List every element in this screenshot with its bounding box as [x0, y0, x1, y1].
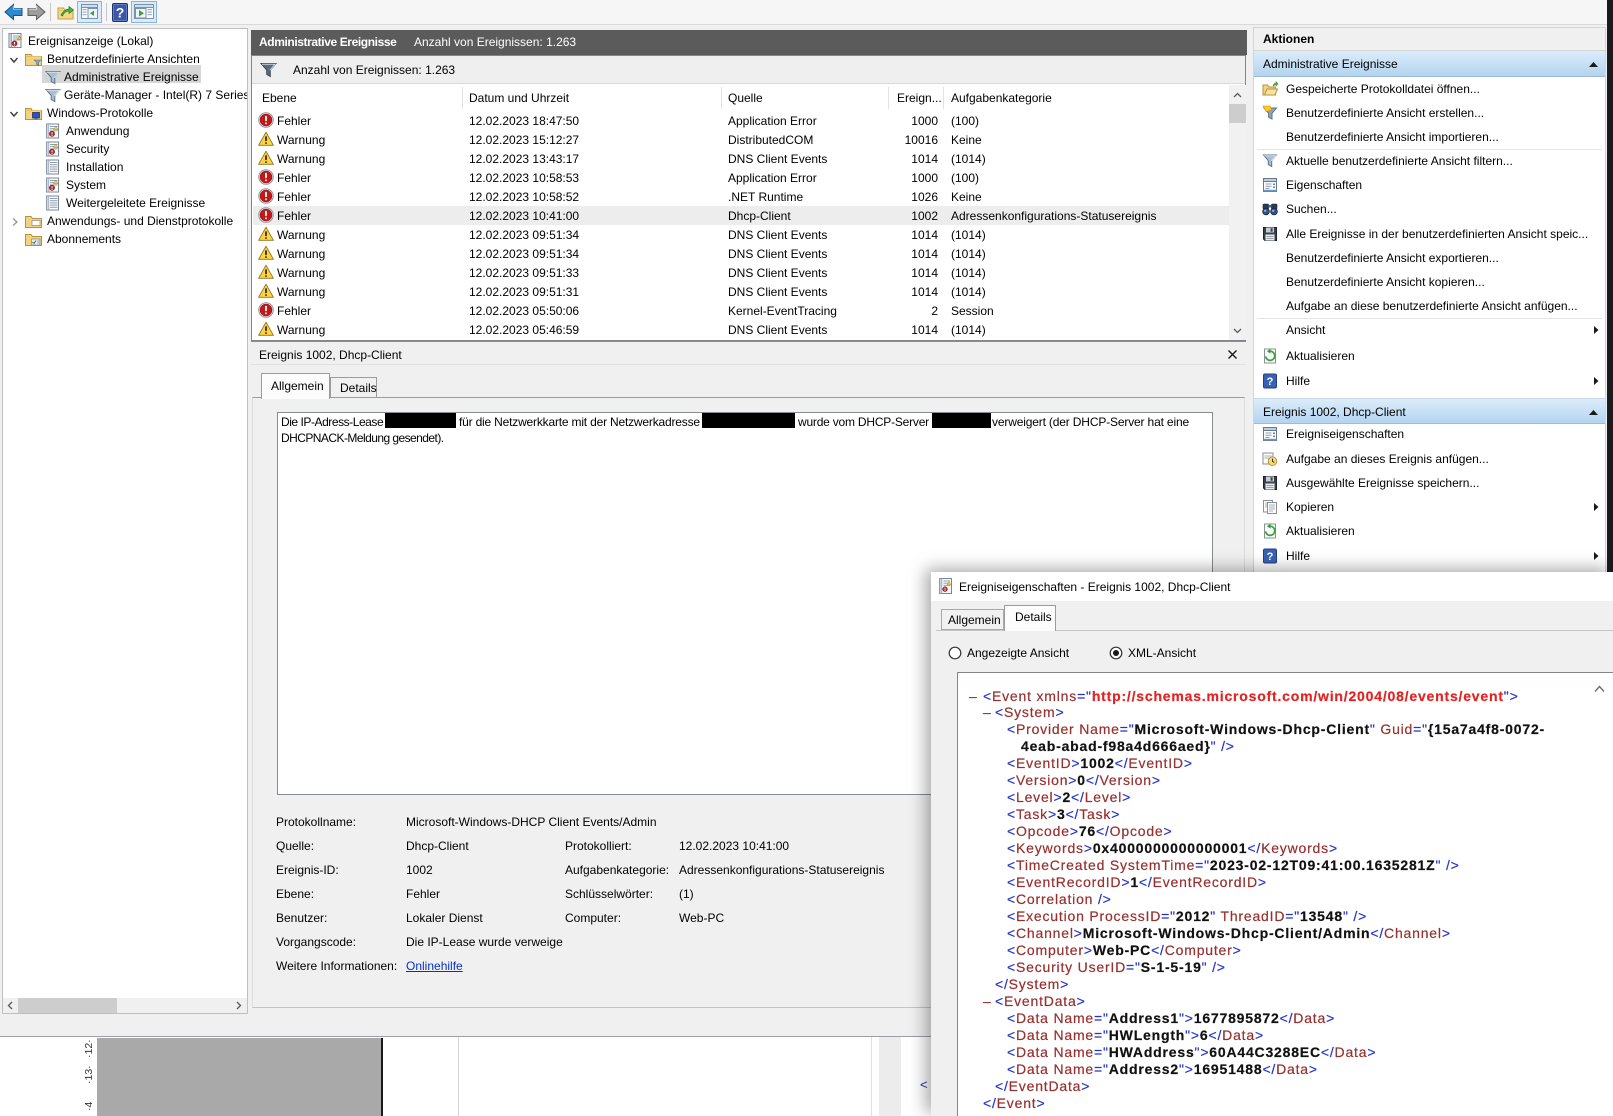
svg-text:·12·: ·12· — [83, 1039, 95, 1058]
svg-text:?: ? — [116, 5, 125, 21]
svg-text:·4: ·4 — [83, 1102, 95, 1111]
svg-text:·13·: ·13· — [83, 1065, 95, 1084]
